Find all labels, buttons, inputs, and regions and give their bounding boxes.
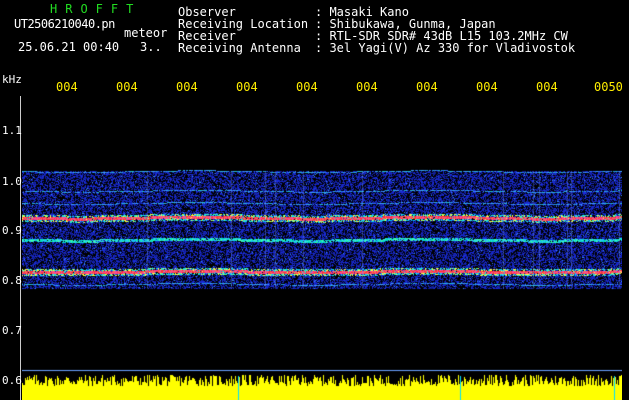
- y-tick: 1.0: [2, 175, 22, 188]
- y-axis-unit: kHz: [2, 73, 22, 86]
- station-code: HROFFT: [50, 2, 142, 16]
- filename: UT2506210040.pn: [14, 17, 115, 31]
- y-tick: 0.6: [2, 374, 22, 387]
- power-trace: [22, 372, 622, 400]
- detection-label: meteor: [124, 26, 168, 40]
- y-tick: 0.9: [2, 224, 22, 237]
- x-tick: 004: [476, 80, 498, 94]
- y-tick: 1.1: [2, 124, 22, 137]
- count: 3..: [140, 40, 162, 54]
- x-tick: 0050: [594, 80, 623, 94]
- antenna-value: : 3el Yagi(V) Az 330 for Vladivostok: [315, 41, 576, 55]
- x-tick: 004: [236, 80, 258, 94]
- x-tick: 004: [296, 80, 318, 94]
- x-tick: 004: [56, 80, 78, 94]
- datetime: 25.06.21 00:40: [18, 40, 120, 54]
- y-tick: 0.7: [2, 324, 22, 337]
- y-tick: 0.8: [2, 274, 22, 287]
- x-tick: 004: [356, 80, 378, 94]
- antenna-label: Receiving Antenna: [178, 41, 301, 55]
- x-tick: 004: [416, 80, 438, 94]
- x-tick: 004: [536, 80, 558, 94]
- x-tick: 004: [116, 80, 138, 94]
- spectrogram-heatmap: [22, 96, 622, 372]
- x-tick: 004: [176, 80, 198, 94]
